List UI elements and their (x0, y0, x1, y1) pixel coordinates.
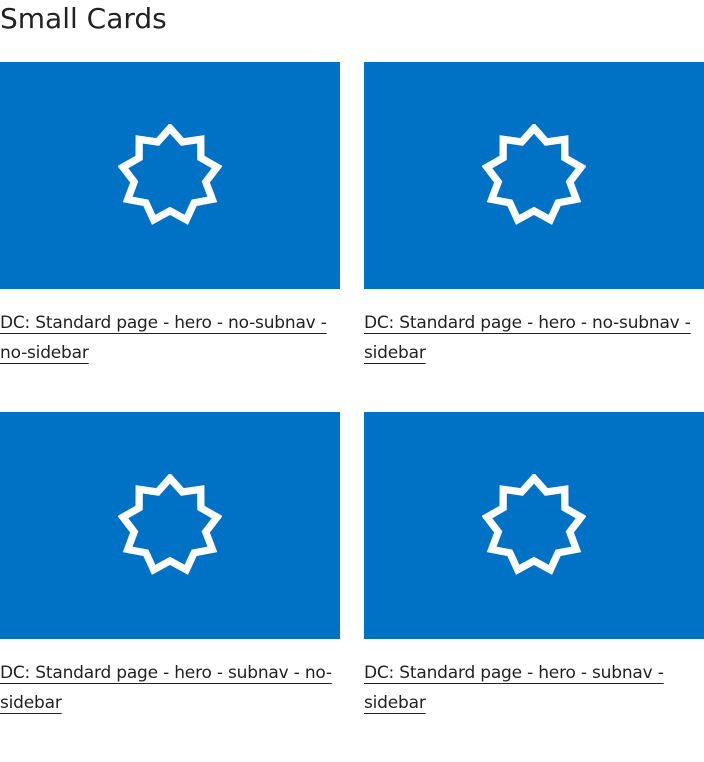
card-image (0, 62, 340, 289)
section-title: Small Cards (0, 2, 167, 35)
card-image (364, 412, 704, 639)
card-link[interactable]: DC: Standard page - hero - no-subnav - n… (0, 62, 340, 412)
card-title: DC: Standard page - hero - subnav - side… (364, 663, 664, 713)
nine-pointed-star-icon (482, 473, 586, 575)
card-title: DC: Standard page - hero - no-subnav - s… (364, 313, 691, 363)
card-image (364, 62, 704, 289)
card-link[interactable]: DC: Standard page - hero - subnav - no-s… (0, 412, 340, 762)
nine-pointed-star-icon (482, 123, 586, 225)
card-link[interactable]: DC: Standard page - hero - no-subnav - s… (364, 62, 704, 412)
card-image (0, 412, 340, 639)
card-grid: DC: Standard page - hero - no-subnav - n… (0, 62, 704, 762)
card-link[interactable]: DC: Standard page - hero - subnav - side… (364, 412, 704, 762)
card-title: DC: Standard page - hero - no-subnav - n… (0, 313, 327, 363)
nine-pointed-star-icon (118, 123, 222, 225)
card-title: DC: Standard page - hero - subnav - no-s… (0, 663, 332, 713)
nine-pointed-star-icon (118, 473, 222, 575)
